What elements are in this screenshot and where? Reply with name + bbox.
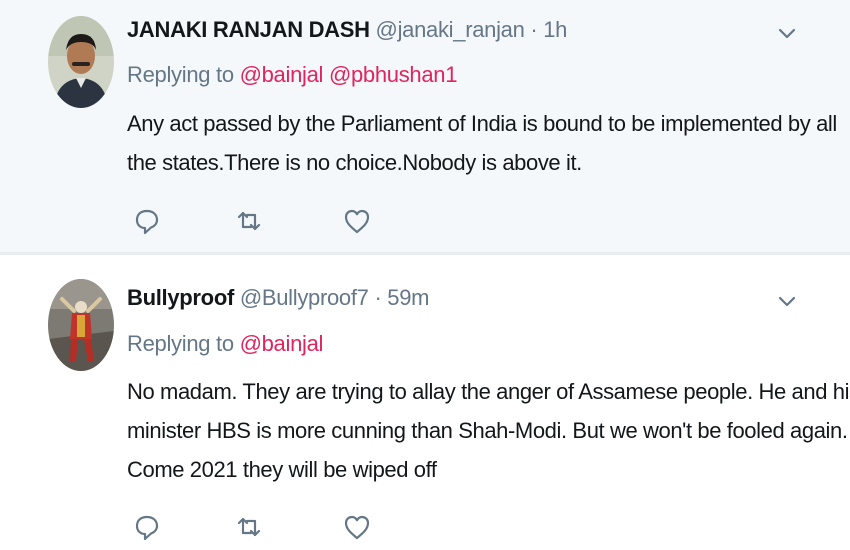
reply-icon[interactable]	[131, 205, 163, 237]
tweet-bullyproof[interactable]: Bullyproof @Bullyproof7 · 59m Replying t…	[0, 255, 850, 550]
separator-dot: ·	[530, 17, 538, 42]
tweet-text-line: Any act passed by the Parliament of Indi…	[127, 111, 837, 136]
like-icon[interactable]	[341, 205, 373, 237]
tweet-text-line: No madam. They are trying to allay the a…	[127, 379, 850, 404]
author-handle[interactable]: @Bullyproof7	[240, 285, 369, 310]
avatar[interactable]	[48, 16, 114, 108]
retweet-icon[interactable]	[233, 205, 265, 237]
tweet-text-line: Come 2021 they will be wiped off	[127, 457, 437, 482]
tweet-text-line: minister HBS is more cunning than Shah-M…	[127, 418, 848, 443]
tweet-text: Any act passed by the Parliament of Indi…	[127, 104, 837, 182]
person-portrait-icon	[48, 16, 114, 108]
author-handle[interactable]: @janaki_ranjan	[376, 17, 525, 42]
tweet-header: Bullyproof @Bullyproof7 · 59m	[127, 285, 429, 311]
mention-link[interactable]: @bainjal	[240, 331, 324, 356]
tweet-timestamp[interactable]: 59m	[387, 285, 429, 310]
joker-figure-icon	[48, 279, 114, 371]
tweet-header: JANAKI RANJAN DASH @janaki_ranjan · 1h	[127, 17, 567, 43]
chevron-down-icon[interactable]	[776, 22, 798, 44]
tweet-text: No madam. They are trying to allay the a…	[127, 372, 850, 489]
tweet-text-line: the states.There is no choice.Nobody is …	[127, 150, 582, 175]
tweet-janaki-ranjan-dash[interactable]: JANAKI RANJAN DASH @janaki_ranjan · 1h R…	[0, 0, 850, 252]
mention-link[interactable]: @bainjal	[240, 62, 324, 87]
mention-link[interactable]: @pbhushan1	[329, 62, 458, 87]
tweet-actions	[127, 205, 387, 237]
avatar[interactable]	[48, 279, 114, 371]
replying-to-label: Replying to	[127, 331, 234, 356]
author-name[interactable]: Bullyproof	[127, 285, 234, 310]
replying-to: Replying to @bainjal @pbhushan1	[127, 62, 457, 88]
replying-to-label: Replying to	[127, 62, 234, 87]
tweet-timestamp[interactable]: 1h	[543, 17, 567, 42]
reply-icon[interactable]	[131, 511, 163, 543]
chevron-down-icon[interactable]	[776, 290, 798, 312]
replying-to: Replying to @bainjal	[127, 331, 323, 357]
retweet-icon[interactable]	[233, 511, 265, 543]
author-name[interactable]: JANAKI RANJAN DASH	[127, 17, 370, 42]
separator-dot: ·	[374, 285, 382, 310]
like-icon[interactable]	[341, 511, 373, 543]
tweet-actions	[127, 511, 387, 543]
